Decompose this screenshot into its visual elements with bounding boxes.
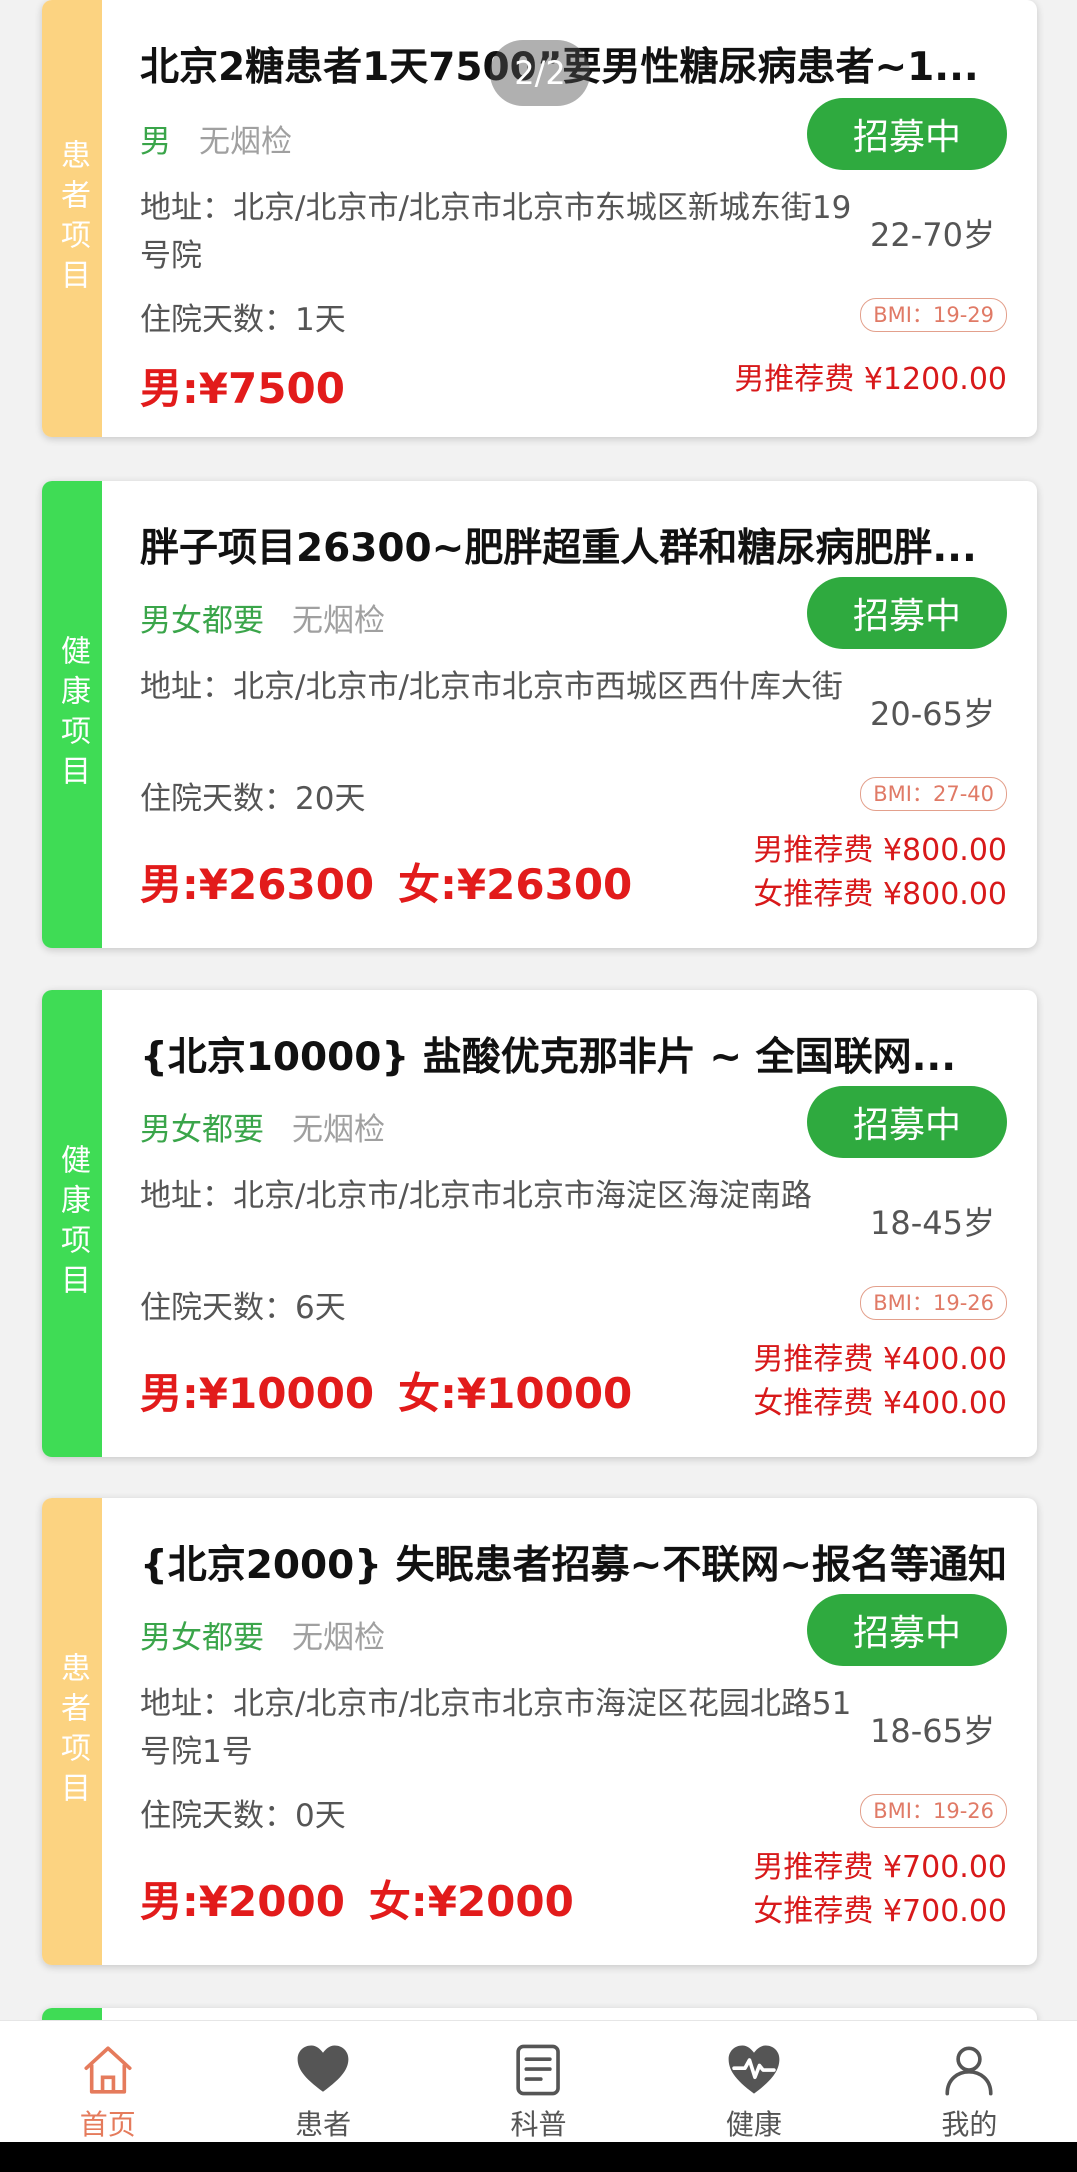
document-icon (515, 2044, 560, 2096)
address-text: 地址：北京/北京市/北京市北京市东城区新城东街19号院 (140, 190, 852, 274)
tags-row: 男无烟检 (140, 116, 292, 161)
category-strip: 患者项目 (42, 1498, 102, 1965)
project-title[interactable]: 胖子项目26300~肥胖超重人群和糖尿病肥胖... (140, 517, 1007, 573)
category-label: 健康项目 (55, 634, 90, 795)
address-text: 地址：北京/北京市/北京市北京市海淀区海淀南路 (140, 1178, 812, 1214)
price-male: 男:¥7500 (140, 364, 345, 413)
stay-days: 住院天数：1天 (140, 302, 346, 338)
category-label: 患者项目 (55, 138, 90, 299)
referral-fee: 男推荐费 ¥800.00 女推荐费 ¥800.00 (753, 829, 1007, 917)
price-row: 男:¥10000 女:¥10000 (140, 1360, 632, 1421)
referral-fee: 男推荐费 ¥1200.00 (734, 358, 1007, 402)
price-male: 男:¥2000 (140, 1877, 345, 1926)
bmi-badge: BMI：19-26 (860, 1286, 1007, 1320)
tab-mine-label: 我的 (941, 2108, 998, 2141)
category-strip: 健康项目 (42, 481, 102, 948)
tab-science[interactable]: 科普 (431, 2021, 646, 2143)
price-row: 男:¥7500 (140, 355, 345, 416)
sex-tag: 男女都要 (140, 1620, 264, 1656)
referral-fee-female: 女推荐费 ¥400.00 (753, 1386, 1007, 1421)
heart-icon (297, 2045, 349, 2092)
image-pager-indicator: 2/2 (490, 40, 590, 106)
user-icon (945, 2046, 993, 2096)
price-female: 女:¥2000 (368, 1877, 574, 1926)
tags-row: 男女都要 无烟检 (140, 1612, 385, 1657)
price-row: 男:¥26300 女:¥26300 (140, 851, 632, 912)
tags-row: 男女都要 无烟检 (140, 595, 385, 640)
referral-fee: 男推荐费 ¥400.00 女推荐费 ¥400.00 (753, 1338, 1007, 1426)
project-card[interactable]: 健康项目 胖子项目26300~肥胖超重人群和糖尿病肥胖... 男女都要 无烟检 招… (42, 481, 1037, 948)
referral-fee-female: 女推荐费 ¥700.00 (753, 1894, 1007, 1929)
smoke-check-tag: 无烟检 (292, 1620, 385, 1656)
price-female: 女:¥26300 (398, 860, 633, 909)
bmi-badge: BMI：27-40 (860, 777, 1007, 811)
project-title[interactable]: {北京2000} 失眠患者招募~不联网~报名等通知 (140, 1534, 1007, 1590)
category-strip: 健康项目 (42, 990, 102, 1457)
price-male: 男:¥26300 (140, 860, 375, 909)
recruiting-status-button[interactable]: 招募中 (807, 1086, 1007, 1158)
sex-tag: 男女都要 (140, 1112, 264, 1148)
smoke-check-tag: 无烟检 (292, 1112, 385, 1148)
tags-row: 男女都要 无烟检 (140, 1104, 385, 1149)
project-title[interactable]: {北京10000} 盐酸优克那非片 ~ 全国联网... (140, 1026, 1007, 1082)
tab-home-label: 首页 (79, 2108, 136, 2141)
bmi-badge: BMI：19-29 (860, 298, 1007, 332)
page: 患者项目 北京2糖患者1天7500”要男性糖尿病患者~1... 男无烟检 招募中… (0, 0, 1077, 2172)
referral-fee-female: 女推荐费 ¥800.00 (753, 877, 1007, 912)
tab-home[interactable]: 首页 (0, 2021, 215, 2143)
heart-pulse-icon (728, 2045, 780, 2094)
bottom-tab-bar: 首页 患者 科普 健康 我的 (0, 2020, 1077, 2143)
bmi-badge: BMI：19-26 (860, 1794, 1007, 1828)
recruiting-status-button[interactable]: 招募中 (807, 1594, 1007, 1666)
project-card[interactable]: 患者项目 {北京2000} 失眠患者招募~不联网~报名等通知 男女都要 无烟检 招… (42, 1498, 1037, 1965)
stay-days: 住院天数：20天 (140, 781, 366, 817)
project-card[interactable]: 健康项目 {北京10000} 盐酸优克那非片 ~ 全国联网... 男女都要 无烟检… (42, 990, 1037, 1457)
age-range: 20-65岁 (870, 695, 995, 733)
category-label: 健康项目 (55, 1143, 90, 1304)
price-female: 女:¥10000 (398, 1369, 633, 1418)
category-label: 患者项目 (55, 1651, 90, 1812)
smoke-check-tag: 无烟检 (292, 603, 385, 639)
referral-fee: 男推荐费 ¥700.00 女推荐费 ¥700.00 (753, 1846, 1007, 1934)
age-range: 18-65岁 (870, 1712, 995, 1750)
stay-days: 住院天数：0天 (140, 1798, 346, 1834)
tab-patient-label: 患者 (295, 2108, 352, 2141)
system-navigation-bar (0, 2142, 1077, 2172)
recruiting-status-button[interactable]: 招募中 (807, 98, 1007, 170)
tab-science-label: 科普 (510, 2108, 567, 2141)
address-text: 地址：北京/北京市/北京市北京市海淀区花园北路51号院1号 (140, 1686, 852, 1770)
recruiting-status-button[interactable]: 招募中 (807, 577, 1007, 649)
tab-patient[interactable]: 患者 (215, 2021, 430, 2143)
home-icon (84, 2046, 132, 2094)
referral-fee-male: 男推荐费 ¥800.00 (753, 833, 1007, 868)
address-text: 地址：北京/北京市/北京市北京市西城区西什库大街 (140, 669, 843, 705)
sex-tag: 男 (140, 124, 171, 160)
referral-fee-male: 男推荐费 ¥1200.00 (734, 362, 1007, 397)
sex-tag: 男女都要 (140, 603, 264, 639)
referral-fee-male: 男推荐费 ¥700.00 (753, 1850, 1007, 1885)
age-range: 22-70岁 (870, 216, 995, 254)
tab-health-label: 健康 (725, 2108, 782, 2141)
referral-fee-male: 男推荐费 ¥400.00 (753, 1342, 1007, 1377)
tab-health[interactable]: 健康 (646, 2021, 861, 2143)
tab-mine[interactable]: 我的 (862, 2021, 1077, 2143)
stay-days: 住院天数：6天 (140, 1290, 346, 1326)
smoke-check-tag: 无烟检 (199, 124, 292, 160)
price-row: 男:¥2000 女:¥2000 (140, 1868, 574, 1929)
age-range: 18-45岁 (870, 1204, 995, 1242)
price-male: 男:¥10000 (140, 1369, 375, 1418)
category-strip: 患者项目 (42, 0, 102, 437)
